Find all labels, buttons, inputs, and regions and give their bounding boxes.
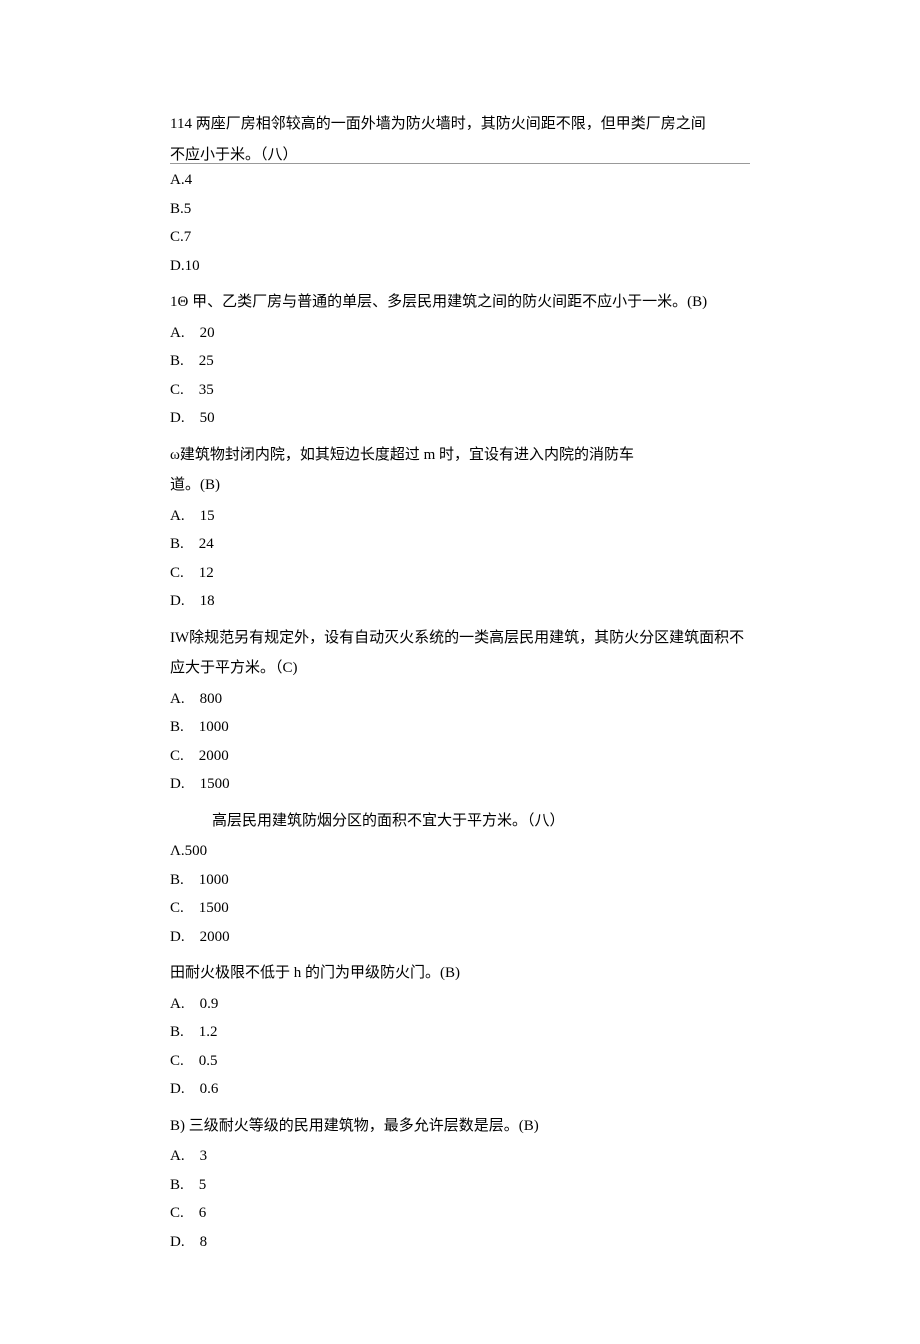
option-value: 25 xyxy=(199,353,214,369)
question-text-line: 不应小于米。（八） xyxy=(170,141,750,170)
option-line: A. 20 xyxy=(170,319,750,348)
option-value: 0.5 xyxy=(199,1053,218,1069)
option-line: C. 2000 xyxy=(170,742,750,771)
document-body: 114 两座厂房相邻较高的一面外墙为防火墙时，其防火间距不限，但甲类厂房之间不应… xyxy=(170,110,750,1256)
option-value: 50 xyxy=(200,410,215,426)
option-line: D. 8 xyxy=(170,1228,750,1257)
option-label: A. xyxy=(170,996,185,1012)
question-block: 高层民用建筑防烟分区的面积不宜大于平方米。（八）Λ.500B. 1000C. 1… xyxy=(170,807,750,952)
option-line: A. 3 xyxy=(170,1142,750,1171)
option-label: C. xyxy=(170,382,184,398)
option-value: 1000 xyxy=(199,872,229,888)
question-text-line: 114 两座厂房相邻较高的一面外墙为防火墙时，其防火间距不限，但甲类厂房之间 xyxy=(170,110,750,139)
question-block: B) 三级耐火等级的民用建筑物，最多允许层数是层。(B)A. 3B. 5C. 6… xyxy=(170,1112,750,1257)
option-line: B. 1.2 xyxy=(170,1018,750,1047)
option-line: D. 50 xyxy=(170,404,750,433)
option-line: Λ.500 xyxy=(170,837,750,866)
option-value: 6 xyxy=(199,1205,207,1221)
option-line: B. 24 xyxy=(170,530,750,559)
option-label: C. xyxy=(170,748,184,764)
option-value: 5 xyxy=(199,1177,207,1193)
option-line: C. 0.5 xyxy=(170,1047,750,1076)
option-line: C.7 xyxy=(170,223,750,252)
option-label: B. xyxy=(170,1024,184,1040)
option-value: 1.2 xyxy=(199,1024,218,1040)
option-line: A.4 xyxy=(170,166,750,195)
option-line: D. 0.6 xyxy=(170,1075,750,1104)
option-label: D. xyxy=(170,1234,185,1250)
option-value: 18 xyxy=(200,593,215,609)
option-label: C. xyxy=(170,1053,184,1069)
option-line: C. 12 xyxy=(170,559,750,588)
option-value: 15 xyxy=(200,508,215,524)
option-line: C. 6 xyxy=(170,1199,750,1228)
option-value: 8 xyxy=(200,1234,208,1250)
option-label: B. xyxy=(170,1177,184,1193)
option-label: A. xyxy=(170,691,185,707)
question-text-line: 应大于平方米。（C) xyxy=(170,654,750,683)
option-label: D. xyxy=(170,410,185,426)
question-block: ω建筑物封闭内院，如其短边长度超过 m 时，宜设有进入内院的消防车道。(B)A.… xyxy=(170,441,750,616)
option-label: D. xyxy=(170,929,185,945)
option-line: B. 1000 xyxy=(170,866,750,895)
option-label: A. xyxy=(170,1148,185,1164)
option-line: C. 1500 xyxy=(170,894,750,923)
question-text-line: IW除规范另有规定外，设有自动灭火系统的一类高层民用建筑，其防火分区建筑面积不 xyxy=(170,624,750,653)
option-value: 2000 xyxy=(199,748,229,764)
option-label: C. xyxy=(170,900,184,916)
question-block: IW除规范另有规定外，设有自动灭火系统的一类高层民用建筑，其防火分区建筑面积不应… xyxy=(170,624,750,799)
option-line: A. 15 xyxy=(170,502,750,531)
option-label: A. xyxy=(170,325,185,341)
question-block: 1Θ 甲、乙类厂房与普通的单层、多层民用建筑之间的防火间距不应小于一米。(B)A… xyxy=(170,288,750,433)
question-block: 114 两座厂房相邻较高的一面外墙为防火墙时，其防火间距不限，但甲类厂房之间不应… xyxy=(170,110,750,280)
option-value: 20 xyxy=(200,325,215,341)
option-label: B. xyxy=(170,872,184,888)
question-text-line: ω建筑物封闭内院，如其短边长度超过 m 时，宜设有进入内院的消防车 xyxy=(170,441,750,470)
option-value: 1500 xyxy=(199,900,229,916)
question-text-line: 田耐火极限不低于 h 的门为甲级防火门。(B) xyxy=(170,959,750,988)
question-text-line: 道。(B) xyxy=(170,471,750,500)
option-value: 0.6 xyxy=(200,1081,219,1097)
option-line: A. 800 xyxy=(170,685,750,714)
option-label: D. xyxy=(170,1081,185,1097)
option-label: C. xyxy=(170,565,184,581)
option-label: D. xyxy=(170,776,185,792)
option-value: 800 xyxy=(200,691,223,707)
option-line: D. 1500 xyxy=(170,770,750,799)
option-value: 0.9 xyxy=(200,996,219,1012)
option-label: D. xyxy=(170,593,185,609)
option-value: 1000 xyxy=(199,719,229,735)
question-text-line: 1Θ 甲、乙类厂房与普通的单层、多层民用建筑之间的防火间距不应小于一米。(B) xyxy=(170,288,750,317)
option-label: B. xyxy=(170,719,184,735)
option-label: B. xyxy=(170,353,184,369)
option-line: D. 18 xyxy=(170,587,750,616)
option-line: A. 0.9 xyxy=(170,990,750,1019)
option-line: B. 1000 xyxy=(170,713,750,742)
option-value: 1500 xyxy=(200,776,230,792)
option-value: 2000 xyxy=(200,929,230,945)
option-line: C. 35 xyxy=(170,376,750,405)
option-line: B.5 xyxy=(170,195,750,224)
option-label: B. xyxy=(170,536,184,552)
option-value: 35 xyxy=(199,382,214,398)
question-text-line: B) 三级耐火等级的民用建筑物，最多允许层数是层。(B) xyxy=(170,1112,750,1141)
option-line: D.10 xyxy=(170,252,750,281)
option-line: B. 5 xyxy=(170,1171,750,1200)
option-line: B. 25 xyxy=(170,347,750,376)
option-label: A. xyxy=(170,508,185,524)
option-label: C. xyxy=(170,1205,184,1221)
option-value: 3 xyxy=(200,1148,208,1164)
question-block: 田耐火极限不低于 h 的门为甲级防火门。(B)A. 0.9B. 1.2C. 0.… xyxy=(170,959,750,1104)
question-text-line: 高层民用建筑防烟分区的面积不宜大于平方米。（八） xyxy=(170,807,750,836)
option-line: D. 2000 xyxy=(170,923,750,952)
option-value: 12 xyxy=(199,565,214,581)
option-value: 24 xyxy=(199,536,214,552)
